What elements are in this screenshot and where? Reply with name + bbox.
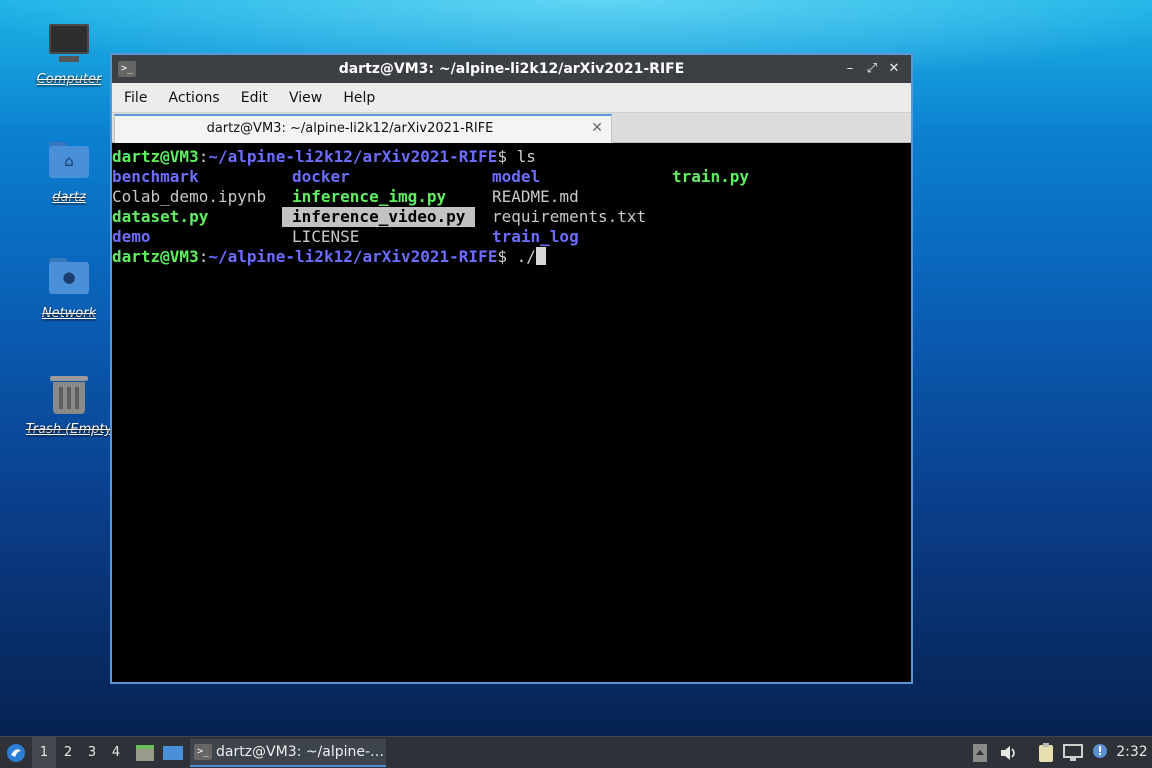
listing-row: dataset.py inference_video.py requiremen… (112, 207, 911, 227)
minimize-button[interactable]: – (839, 55, 861, 83)
tab-terminal[interactable]: dartz@VM3: ~/alpine-li2k12/arXiv2021-RIF… (114, 114, 612, 143)
exec-entry: inference_img.py (292, 187, 447, 206)
highlighted-exec-entry: inference_video.py (282, 207, 476, 227)
file-entry: Colab_demo.ipynb (112, 187, 267, 206)
prompt-separator: : (198, 147, 209, 166)
text-cursor (535, 247, 546, 265)
desktop-icon-home[interactable]: ⌂ dartz (24, 140, 114, 205)
listing-row: demo LICENSE train_log (112, 227, 911, 247)
taskbar: 1 2 3 4 >_ dartz@VM3: ~/alpine-… 2:32 (0, 736, 1152, 768)
tab-close-icon[interactable]: ✕ (591, 116, 603, 140)
desktop-icon-label: Trash (Empty (25, 422, 113, 437)
notification-icon[interactable] (1088, 737, 1112, 768)
desktop-icon-trash[interactable]: Trash (Empty (24, 372, 114, 437)
workspace-2[interactable]: 2 (56, 737, 80, 768)
clipboard-icon[interactable] (1034, 737, 1058, 768)
menu-edit[interactable]: Edit (233, 83, 276, 113)
workspace-4[interactable]: 4 (104, 737, 128, 768)
file-entry: requirements.txt (492, 207, 647, 226)
network-folder-icon: ● (47, 256, 91, 300)
prompt-user: dartz@VM3 (112, 147, 199, 166)
tab-bar: dartz@VM3: ~/alpine-li2k12/arXiv2021-RIF… (112, 113, 911, 143)
home-folder-icon: ⌂ (47, 140, 91, 184)
show-desktop-icon[interactable] (160, 737, 186, 768)
computer-icon (47, 22, 91, 66)
prompt-dollar: $ (497, 247, 507, 266)
prompt-separator: : (198, 247, 209, 266)
prompt-dollar: $ (497, 147, 507, 166)
prompt-path: ~/alpine-li2k12/arXiv2021-RIFE (208, 247, 498, 266)
desktop-icon-label: Network (41, 306, 97, 321)
prompt-user: dartz@VM3 (112, 247, 199, 266)
trash-icon (47, 372, 91, 416)
window-titlebar[interactable]: >_ dartz@VM3: ~/alpine-li2k12/arXiv2021-… (112, 55, 911, 83)
terminal-output[interactable]: dartz@VM3:~/alpine-li2k12/arXiv2021-RIFE… (112, 145, 911, 682)
menu-actions[interactable]: Actions (161, 83, 228, 113)
exec-entry: train.py (672, 167, 750, 186)
scroll-up-icon[interactable] (968, 737, 992, 768)
menu-file[interactable]: File (116, 83, 155, 113)
desktop-icon-computer[interactable]: Computer (24, 22, 114, 87)
command-text: ls (506, 147, 536, 166)
file-entry: README.md (492, 187, 579, 206)
lxqt-menu-icon[interactable] (4, 737, 28, 768)
workspace-1[interactable]: 1 (32, 737, 56, 768)
menu-bar: File Actions Edit View Help (112, 83, 911, 113)
workspace-3[interactable]: 3 (80, 737, 104, 768)
taskbar-task-terminal[interactable]: >_ dartz@VM3: ~/alpine-… (190, 739, 386, 767)
network-status-icon[interactable] (1060, 737, 1086, 768)
listing-row: benchmark docker model train.py (112, 167, 911, 187)
desktop-icon-label: Computer (36, 72, 102, 87)
terminal-icon: >_ (194, 744, 212, 760)
listing-row: Colab_demo.ipynb inference_img.py README… (112, 187, 911, 207)
desktop-icon-label: dartz (52, 190, 86, 205)
command-text: ./ (506, 247, 536, 266)
window-title: dartz@VM3: ~/alpine-li2k12/arXiv2021-RIF… (338, 61, 685, 77)
exec-entry: dataset.py (112, 207, 209, 226)
window-controls: – ⤢ ✕ (839, 55, 905, 83)
clock[interactable]: 2:32 (1114, 737, 1150, 768)
prompt-line: dartz@VM3:~/alpine-li2k12/arXiv2021-RIFE… (112, 247, 911, 267)
prompt-line: dartz@VM3:~/alpine-li2k12/arXiv2021-RIFE… (112, 147, 911, 167)
prompt-path: ~/alpine-li2k12/arXiv2021-RIFE (208, 147, 498, 166)
maximize-button[interactable]: ⤢ (861, 55, 883, 83)
file-entry: LICENSE (292, 227, 360, 246)
volume-icon[interactable] (996, 737, 1022, 768)
terminal-window[interactable]: >_ dartz@VM3: ~/alpine-li2k12/arXiv2021-… (110, 53, 913, 684)
task-label: dartz@VM3: ~/alpine-… (216, 744, 385, 760)
file-manager-icon[interactable] (132, 737, 158, 768)
dir-entry: docker (292, 167, 350, 186)
tab-label: dartz@VM3: ~/alpine-li2k12/arXiv2021-RIF… (206, 121, 494, 136)
dir-entry: train_log (492, 227, 579, 246)
menu-help[interactable]: Help (335, 83, 383, 113)
close-button[interactable]: ✕ (883, 55, 905, 83)
desktop-icon-network[interactable]: ● Network (24, 256, 114, 321)
menu-view[interactable]: View (281, 83, 330, 113)
dir-entry: benchmark (112, 167, 199, 186)
dir-entry: demo (112, 227, 151, 246)
dir-entry: model (492, 167, 541, 186)
